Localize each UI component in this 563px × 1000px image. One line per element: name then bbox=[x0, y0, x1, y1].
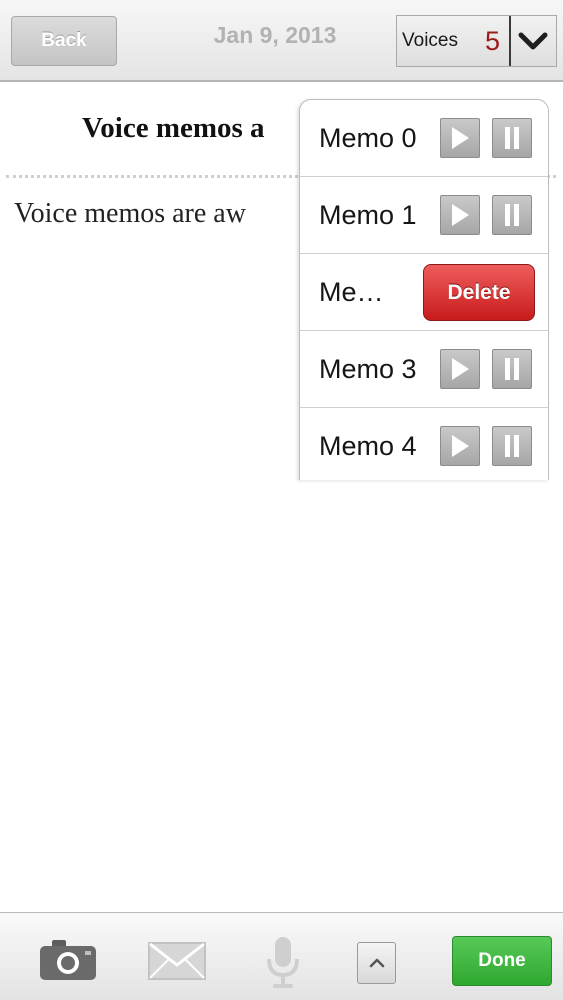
play-icon bbox=[452, 204, 469, 226]
chevron-up-icon bbox=[369, 958, 384, 968]
memo-row[interactable]: Memo 0 bbox=[300, 100, 548, 177]
navigation-bar: Back Jan 9, 2013 Voices 5 bbox=[0, 0, 563, 82]
pause-button[interactable] bbox=[492, 195, 532, 235]
voices-label: Voices bbox=[402, 30, 458, 51]
pause-icon bbox=[505, 358, 519, 380]
play-button[interactable] bbox=[440, 349, 480, 389]
camera-icon[interactable] bbox=[38, 938, 98, 982]
pause-icon bbox=[505, 127, 519, 149]
memo-row-delete-mode[interactable]: Me… Delete bbox=[300, 254, 548, 331]
memo-label: Memo 0 bbox=[319, 123, 417, 153]
note-heading[interactable]: Voice memos a bbox=[82, 112, 265, 145]
mail-icon[interactable] bbox=[147, 941, 207, 981]
page-title: Jan 9, 2013 bbox=[213, 22, 337, 48]
memo-label: Memo 3 bbox=[319, 354, 417, 384]
bottom-toolbar: Done bbox=[0, 912, 563, 1000]
pause-icon bbox=[505, 435, 519, 457]
memo-label: Me… bbox=[319, 277, 384, 307]
delete-button[interactable]: Delete bbox=[423, 264, 535, 321]
play-button[interactable] bbox=[440, 195, 480, 235]
voices-dropdown-toggle[interactable] bbox=[509, 15, 557, 67]
voices-button[interactable]: Voices 5 bbox=[396, 15, 509, 67]
pause-button[interactable] bbox=[492, 426, 532, 466]
memo-row[interactable]: Memo 3 bbox=[300, 331, 548, 408]
memo-label: Memo 4 bbox=[319, 431, 417, 461]
pause-button[interactable] bbox=[492, 349, 532, 389]
chevron-down-icon bbox=[518, 32, 548, 50]
memo-row[interactable]: Memo 1 bbox=[300, 177, 548, 254]
memo-label: Memo 1 bbox=[319, 200, 417, 230]
pause-button[interactable] bbox=[492, 118, 532, 158]
pause-icon bbox=[505, 204, 519, 226]
voices-count-badge: 5 bbox=[484, 25, 500, 56]
done-button[interactable]: Done bbox=[452, 936, 552, 986]
keyboard-toggle-button[interactable] bbox=[357, 942, 396, 984]
voice-memo-list: Memo 0 Memo 1 Me… Delete Memo 3 Memo 4 bbox=[299, 99, 549, 480]
play-icon bbox=[452, 127, 469, 149]
memo-row[interactable]: Memo 4 bbox=[300, 408, 548, 480]
play-icon bbox=[452, 435, 469, 457]
note-body-text[interactable]: Voice memos are aw bbox=[14, 198, 246, 230]
play-icon bbox=[452, 358, 469, 380]
play-button[interactable] bbox=[440, 426, 480, 466]
back-button[interactable]: Back bbox=[11, 16, 117, 66]
play-button[interactable] bbox=[440, 118, 480, 158]
microphone-icon[interactable] bbox=[265, 935, 301, 991]
